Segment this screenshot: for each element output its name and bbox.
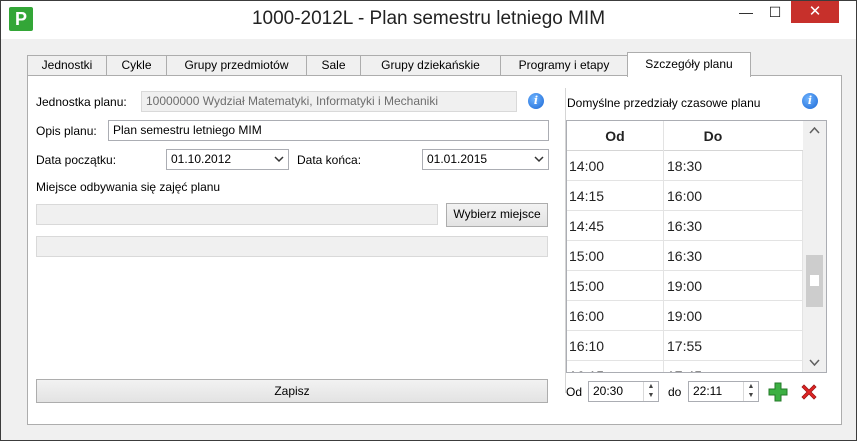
- delete-icon[interactable]: [799, 382, 819, 402]
- tab-cykle[interactable]: Cykle: [106, 55, 167, 76]
- cell-to: 17:45: [665, 361, 803, 372]
- close-button[interactable]: ✕: [791, 1, 839, 23]
- cell-from: 15:00: [567, 271, 664, 301]
- to-time-value: 22:11: [693, 384, 723, 398]
- start-date-label: Data początku:: [36, 153, 117, 167]
- end-date-picker[interactable]: 01.01.2015: [422, 149, 549, 170]
- cell-to: 16:30: [665, 241, 803, 271]
- from-time-stepper[interactable]: 20:30 ▲ ▼: [588, 381, 659, 402]
- tab-jednostki[interactable]: Jednostki: [27, 55, 107, 76]
- table-row[interactable]: 16:1517:45: [567, 361, 803, 372]
- table-row[interactable]: 15:00 16:30: [567, 241, 803, 271]
- description-input[interactable]: Plan semestru letniego MIM: [108, 120, 549, 141]
- description-label: Opis planu:: [36, 124, 97, 138]
- column-header-from[interactable]: Od: [567, 121, 664, 151]
- table-row[interactable]: 14:00 18:30: [567, 151, 803, 181]
- window-client-area: Jednostki Cykle Grupy przedmiotów Sale G…: [9, 39, 849, 434]
- scroll-up-arrow-icon[interactable]: [809, 125, 820, 136]
- slots-info-icon[interactable]: i: [802, 93, 818, 109]
- spin-up-icon[interactable]: ▲: [744, 382, 758, 391]
- unit-label: Jednostka planu:: [36, 95, 127, 109]
- time-slots-grid[interactable]: Od Do 14:00 18:30 14:15 16:00 14:45 16:30 1…: [566, 120, 827, 373]
- table-row[interactable]: 16:10 17:55: [567, 331, 803, 361]
- unit-info-icon[interactable]: i: [528, 93, 544, 109]
- choose-place-button[interactable]: Wybierz miejsce: [446, 203, 548, 227]
- start-date-value: 01.10.2012: [171, 152, 232, 166]
- cell-from: 14:15: [567, 181, 664, 211]
- place-field: [36, 204, 438, 225]
- cell-to: 19:00: [665, 271, 803, 301]
- cell-from: 14:00: [567, 151, 664, 181]
- tab-programy-i-etapy[interactable]: Programy i etapy: [500, 55, 628, 76]
- unit-field: 10000000 Wydział Matematyki, Informatyki…: [141, 91, 517, 112]
- start-date-picker[interactable]: 01.10.2012: [166, 149, 289, 170]
- to-time-stepper[interactable]: 22:11 ▲ ▼: [688, 381, 759, 402]
- minimize-button[interactable]: —: [732, 1, 760, 23]
- grid-scrollbar[interactable]: [803, 121, 826, 372]
- cell-to: 19:00: [665, 301, 803, 331]
- cell-to: 17:55: [665, 331, 803, 361]
- spin-up-icon[interactable]: ▲: [644, 382, 658, 391]
- from-time-label: Od: [566, 385, 583, 399]
- scroll-thumb[interactable]: [806, 255, 823, 307]
- spin-down-icon[interactable]: ▼: [744, 391, 758, 400]
- save-button[interactable]: Zapisz: [36, 379, 548, 403]
- column-header-to[interactable]: Do: [665, 121, 761, 151]
- cell-from: 15:00: [567, 241, 664, 271]
- tab-grupy-przedmiotow[interactable]: Grupy przedmiotów: [166, 55, 307, 76]
- spin-down-icon[interactable]: ▼: [644, 391, 658, 400]
- to-time-label: do: [668, 385, 682, 399]
- app-window: P 1000-2012L - Plan semestru letniego MI…: [0, 0, 857, 441]
- cell-to: 18:30: [665, 151, 803, 181]
- add-icon[interactable]: [768, 382, 788, 402]
- from-time-spin-buttons[interactable]: ▲ ▼: [643, 382, 658, 401]
- end-date-label: Data końca:: [297, 153, 362, 167]
- table-row[interactable]: 14:45 16:30: [567, 211, 803, 241]
- end-date-value: 01.01.2015: [427, 152, 488, 166]
- table-row[interactable]: 15:00 19:00: [567, 271, 803, 301]
- slots-title: Domyślne przedziały czasowe planu: [567, 96, 761, 110]
- grid-header: Od Do: [567, 121, 803, 151]
- place-label: Miejsce odbywania się zajęć planu: [36, 180, 221, 194]
- cell-to: 16:30: [665, 211, 803, 241]
- cell-from: 14:45: [567, 211, 664, 241]
- window-title: 1000-2012L - Plan semestru letniego MIM: [251, 8, 606, 29]
- chevron-down-icon: [534, 156, 544, 163]
- maximize-button[interactable]: ☐: [761, 1, 789, 23]
- chevron-down-icon: [274, 156, 284, 163]
- cell-from: 16:00: [567, 301, 664, 331]
- title-bar[interactable]: P 1000-2012L - Plan semestru letniego MI…: [1, 1, 856, 39]
- tab-szczegoly-planu[interactable]: Szczegóły planu: [627, 52, 751, 77]
- tab-grupy-dziekanskie[interactable]: Grupy dziekańskie: [360, 55, 501, 76]
- table-row[interactable]: 14:15 16:00: [567, 181, 803, 211]
- tab-sale[interactable]: Sale: [306, 55, 361, 76]
- cell-from: 16:10: [567, 331, 664, 361]
- scroll-down-arrow-icon[interactable]: [809, 357, 820, 368]
- cell-to: 16:00: [665, 181, 803, 211]
- from-time-value: 20:30: [593, 384, 624, 398]
- cell-from: 16:15: [567, 361, 664, 372]
- table-row[interactable]: 16:00 19:00: [567, 301, 803, 331]
- place-detail-field: [36, 236, 548, 257]
- to-time-spin-buttons[interactable]: ▲ ▼: [743, 382, 758, 401]
